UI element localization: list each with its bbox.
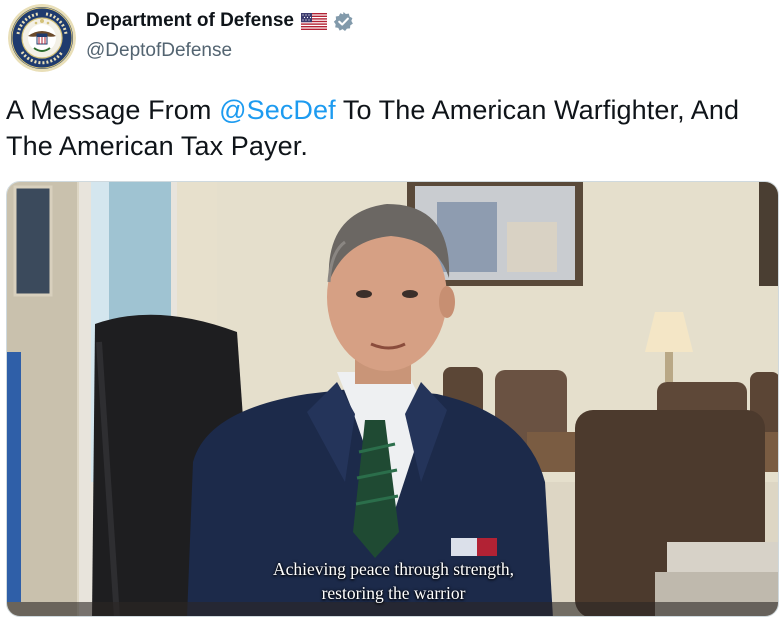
- tweet-text-before: A Message From: [6, 95, 220, 125]
- display-name-row: Department of Defense: [86, 8, 354, 34]
- account-names: Department of Defense @DeptofDefense: [86, 8, 354, 62]
- tweet-header: Department of Defense @DeptofDefense: [0, 0, 783, 84]
- us-flag-icon: [301, 12, 327, 30]
- video-caption-line-1: Achieving peace through strength,: [272, 559, 515, 579]
- verified-government-badge-icon[interactable]: [333, 11, 354, 32]
- video-caption-line-2: restoring the warrior: [321, 583, 466, 603]
- mention-link[interactable]: @SecDef: [219, 95, 336, 125]
- tweet-text: A Message From @SecDef To The American W…: [6, 92, 776, 164]
- display-name[interactable]: Department of Defense: [86, 10, 294, 32]
- department-of-defense-seal-icon: [8, 4, 76, 72]
- video-player[interactable]: Achieving peace through strength, restor…: [6, 181, 779, 617]
- avatar[interactable]: [8, 4, 76, 72]
- video-frame: [7, 182, 778, 616]
- handle[interactable]: @DeptofDefense: [86, 40, 354, 62]
